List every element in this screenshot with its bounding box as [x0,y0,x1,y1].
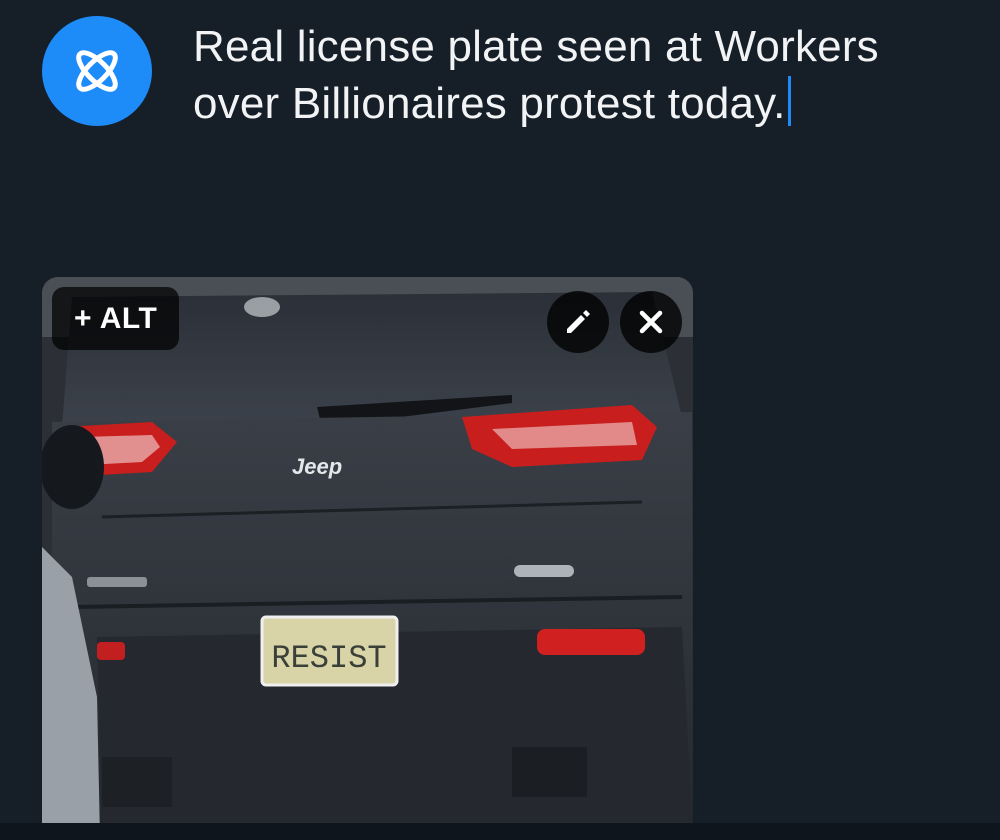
post-text-input[interactable]: Real license plate seen at Workers over … [193,18,973,132]
remove-image-button[interactable] [620,291,682,353]
composer-bottom-divider [0,823,1000,840]
vehicle-badge: Jeep [292,454,342,479]
text-caret [787,76,791,126]
edit-image-button[interactable] [547,291,609,353]
pencil-icon [567,310,590,333]
license-plate-text: RESIST [271,640,386,677]
post-text-content: Real license plate seen at Workers over … [193,22,879,128]
close-icon [639,310,663,334]
add-alt-text-button[interactable]: + ALT [52,287,180,350]
post-composer: Real license plate seen at Workers over … [0,0,1000,840]
attached-photo: Jeep RESIST [42,277,693,837]
media-attachment: Jeep RESIST + ALT [42,277,693,837]
avatar[interactable] [42,16,152,126]
atom-icon [76,50,118,92]
